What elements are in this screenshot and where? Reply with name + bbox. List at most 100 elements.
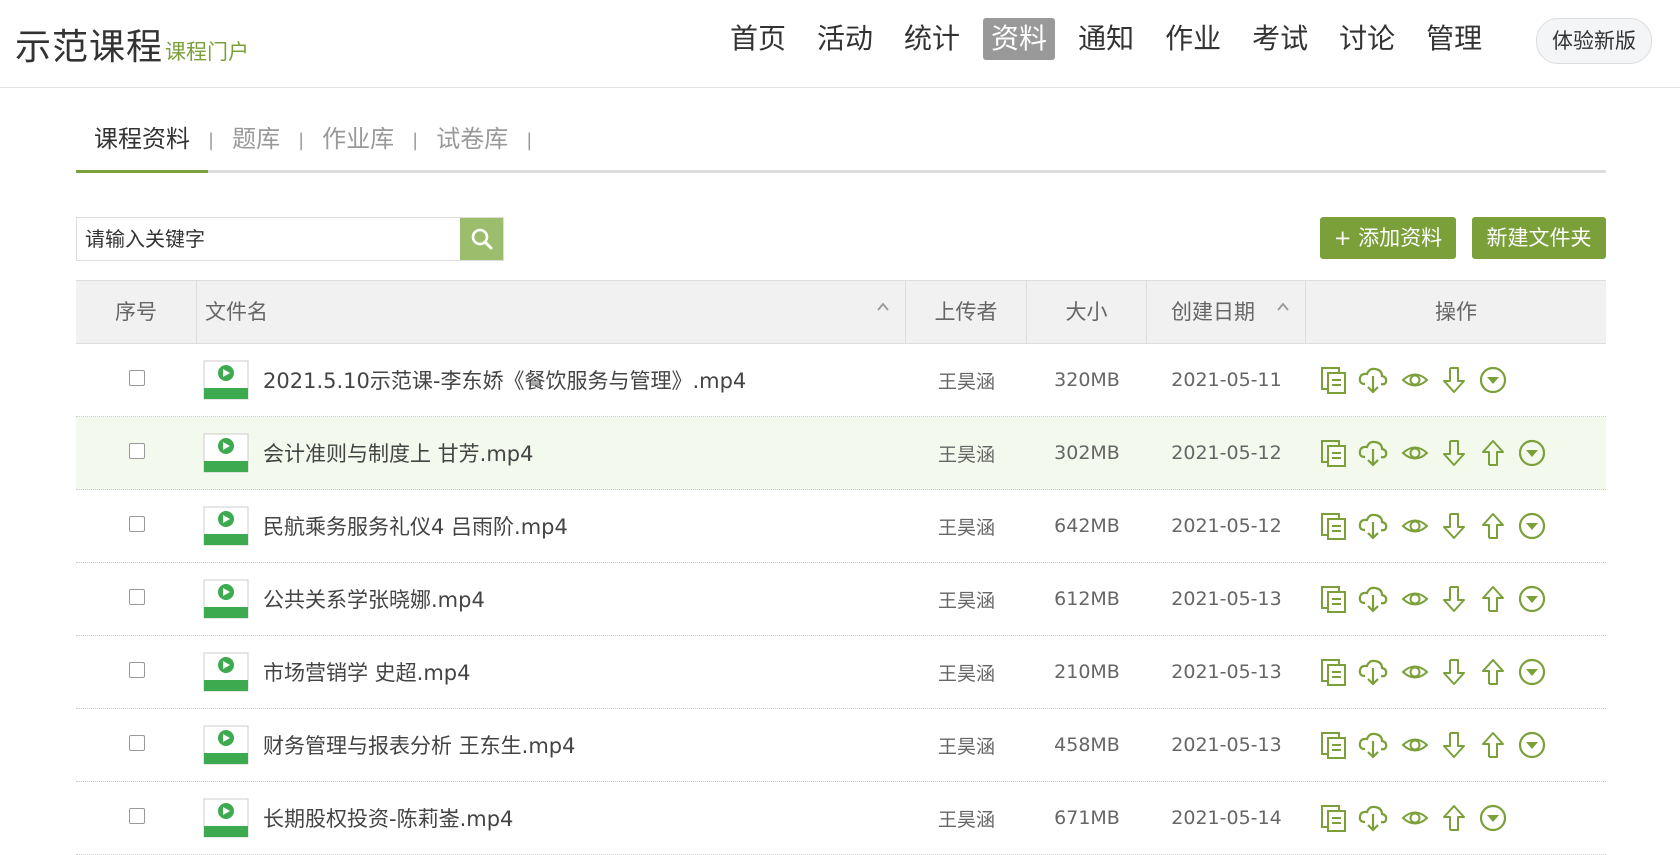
- sort-caret-up-icon[interactable]: [1277, 301, 1289, 313]
- file-name-link[interactable]: 2021.5.10示范课-李东娇《餐饮服务与管理》.mp4: [263, 365, 746, 395]
- nav-item[interactable]: 统计: [896, 18, 968, 60]
- copy-icon[interactable]: [1318, 437, 1350, 469]
- subtab[interactable]: 题库: [214, 122, 298, 170]
- row-checkbox[interactable]: [128, 662, 145, 678]
- eye-icon[interactable]: [1399, 656, 1431, 688]
- file-name-link[interactable]: 会计准则与制度上 甘芳.mp4: [263, 438, 534, 468]
- move-up-icon[interactable]: [1477, 583, 1509, 615]
- nav-item[interactable]: 通知: [1070, 18, 1142, 60]
- search-input[interactable]: [77, 218, 461, 260]
- course-title[interactable]: 示范课程: [15, 18, 163, 70]
- add-resource-button[interactable]: + 添加资料: [1320, 217, 1456, 259]
- file-name-link[interactable]: 公共关系学张晓娜.mp4: [263, 584, 485, 614]
- nav-item[interactable]: 讨论: [1331, 18, 1403, 60]
- eye-icon[interactable]: [1399, 583, 1431, 615]
- cloud-download-icon[interactable]: [1357, 656, 1389, 688]
- cloud-download-icon[interactable]: [1357, 729, 1389, 761]
- video-file-icon: [203, 579, 249, 619]
- move-down-icon[interactable]: [1438, 656, 1470, 688]
- row-checkbox[interactable]: [128, 443, 145, 459]
- file-name-link[interactable]: 民航乘务服务礼仪4 吕雨阶.mp4: [263, 511, 568, 541]
- nav-item[interactable]: 活动: [809, 18, 881, 60]
- uploader-cell: 王昊涵: [937, 735, 995, 758]
- try-new-version-button[interactable]: 体验新版: [1536, 18, 1652, 64]
- move-up-icon[interactable]: [1477, 729, 1509, 761]
- nav-item[interactable]: 管理: [1418, 18, 1490, 60]
- nav-item[interactable]: 作业: [1157, 18, 1229, 60]
- uploader-cell: 王昊涵: [937, 443, 995, 466]
- row-checkbox[interactable]: [128, 589, 145, 605]
- size-cell: 612MB: [1054, 588, 1120, 610]
- video-file-icon: [203, 506, 249, 546]
- move-down-icon[interactable]: [1438, 583, 1470, 615]
- tab-separator: |: [526, 130, 533, 151]
- copy-icon[interactable]: [1318, 802, 1350, 834]
- more-dropdown-icon[interactable]: [1516, 656, 1548, 688]
- move-up-icon[interactable]: [1477, 510, 1509, 542]
- size-cell: 302MB: [1054, 442, 1120, 464]
- move-down-icon[interactable]: [1438, 729, 1470, 761]
- subtab[interactable]: 课程资料: [76, 122, 208, 173]
- more-dropdown-icon[interactable]: [1477, 802, 1509, 834]
- move-down-icon[interactable]: [1438, 510, 1470, 542]
- video-file-icon: [203, 360, 249, 400]
- row-checkbox[interactable]: [128, 808, 145, 824]
- move-up-icon[interactable]: [1477, 437, 1509, 469]
- video-file-icon: [203, 798, 249, 838]
- course-portal-link[interactable]: 课程门户: [165, 36, 249, 66]
- copy-icon[interactable]: [1318, 364, 1350, 396]
- nav-item[interactable]: 考试: [1244, 18, 1316, 60]
- table-row: 财务管理与报表分析 王东生.mp4 王昊涵 458MB 2021-05-13: [76, 709, 1606, 782]
- eye-icon[interactable]: [1399, 802, 1431, 834]
- copy-icon[interactable]: [1318, 510, 1350, 542]
- copy-icon[interactable]: [1318, 583, 1350, 615]
- copy-icon[interactable]: [1318, 656, 1350, 688]
- cloud-download-icon[interactable]: [1357, 437, 1389, 469]
- ops-cell: [1306, 510, 1606, 542]
- uploader-cell: 王昊涵: [937, 662, 995, 685]
- search-box: [76, 217, 504, 261]
- cloud-download-icon[interactable]: [1357, 583, 1389, 615]
- move-up-icon[interactable]: [1438, 802, 1470, 834]
- subtab[interactable]: 试卷库: [418, 122, 526, 170]
- header-date-label: 创建日期: [1171, 300, 1255, 324]
- file-name-link[interactable]: 市场营销学 史超.mp4: [263, 657, 471, 687]
- more-dropdown-icon[interactable]: [1516, 510, 1548, 542]
- sort-caret-up-icon[interactable]: [877, 301, 889, 313]
- cloud-download-icon[interactable]: [1357, 510, 1389, 542]
- file-name-link[interactable]: 财务管理与报表分析 王东生.mp4: [263, 730, 576, 760]
- filename-cell: 长期股权投资-陈莉崟.mp4: [197, 798, 906, 838]
- eye-icon[interactable]: [1399, 510, 1431, 542]
- subtab[interactable]: 作业库: [304, 122, 412, 170]
- more-dropdown-icon[interactable]: [1516, 437, 1548, 469]
- more-dropdown-icon[interactable]: [1477, 364, 1509, 396]
- cloud-download-icon[interactable]: [1357, 364, 1389, 396]
- date-cell: 2021-05-14: [1171, 807, 1282, 829]
- filename-cell: 财务管理与报表分析 王东生.mp4: [197, 725, 906, 765]
- filename-cell: 公共关系学张晓娜.mp4: [197, 579, 906, 619]
- nav-item[interactable]: 首页: [722, 18, 794, 60]
- move-down-icon[interactable]: [1438, 364, 1470, 396]
- more-dropdown-icon[interactable]: [1516, 729, 1548, 761]
- file-name-link[interactable]: 长期股权投资-陈莉崟.mp4: [263, 803, 513, 833]
- size-cell: 458MB: [1054, 734, 1120, 756]
- eye-icon[interactable]: [1399, 729, 1431, 761]
- eye-icon[interactable]: [1399, 364, 1431, 396]
- move-down-icon[interactable]: [1438, 437, 1470, 469]
- cloud-download-icon[interactable]: [1357, 802, 1389, 834]
- row-checkbox[interactable]: [128, 516, 145, 532]
- video-file-icon: [203, 725, 249, 765]
- row-checkbox[interactable]: [128, 370, 145, 386]
- header-date: 创建日期: [1147, 281, 1306, 343]
- move-up-icon[interactable]: [1477, 656, 1509, 688]
- search-icon: [471, 228, 493, 250]
- table-header: 序号 文件名 上传者 大小 创建日期 操作: [76, 280, 1606, 344]
- row-checkbox[interactable]: [128, 735, 145, 751]
- copy-icon[interactable]: [1318, 729, 1350, 761]
- more-dropdown-icon[interactable]: [1516, 583, 1548, 615]
- eye-icon[interactable]: [1399, 437, 1431, 469]
- new-folder-button[interactable]: 新建文件夹: [1472, 217, 1606, 259]
- row-select-cell: [76, 661, 197, 683]
- nav-item[interactable]: 资料: [983, 18, 1056, 60]
- search-button[interactable]: [460, 218, 503, 260]
